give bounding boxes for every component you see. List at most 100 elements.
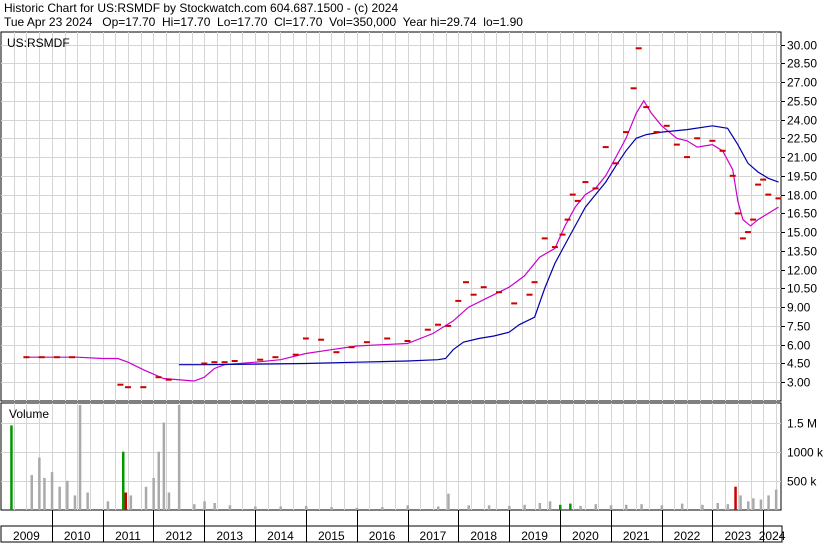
price-tick-label: 22.50 — [787, 132, 817, 146]
volume-bar — [548, 501, 552, 511]
price-tick-label: 13.50 — [787, 245, 817, 259]
volume-bar — [609, 505, 613, 510]
price-point — [69, 356, 76, 359]
volume-bar — [106, 501, 110, 511]
volume-bar — [660, 505, 664, 510]
price-tick-label: 24.00 — [787, 114, 817, 128]
price-point — [201, 362, 208, 365]
x-axis-year-label: 2012 — [166, 529, 193, 543]
price-tick-label: 27.00 — [787, 76, 817, 90]
price-point — [630, 87, 637, 90]
price-point — [424, 328, 431, 331]
price-tick-label: 10.50 — [787, 282, 817, 296]
volume-bar — [680, 503, 684, 510]
price-point — [318, 338, 325, 341]
volume-bar — [144, 486, 148, 510]
volume-bar — [330, 507, 333, 510]
volume-bar — [73, 495, 77, 510]
price-point — [574, 199, 581, 202]
price-tick-label: 16.50 — [787, 207, 817, 221]
volume-bar — [58, 486, 61, 510]
price-point — [653, 131, 660, 134]
stock-chart: 3.00 4.50 6.00 7.50 9.00 10.50 12.00 13.50 15.00… — [0, 31, 824, 543]
volume-bar — [752, 498, 755, 510]
x-axis-year-label: 2023 — [724, 529, 751, 543]
price-point — [480, 286, 487, 289]
volume-tick-label: 1.5 M — [787, 417, 817, 431]
price-point — [463, 281, 469, 284]
price-point — [38, 356, 45, 359]
price-point — [531, 281, 538, 284]
price-point — [755, 183, 762, 186]
volume-bar — [167, 492, 171, 510]
price-tick-label: 18.00 — [787, 189, 817, 203]
volume-bar — [66, 480, 69, 510]
price-point — [404, 340, 411, 342]
price-tick-label: 21.00 — [787, 151, 817, 165]
volume-bar — [86, 492, 89, 510]
price-point — [602, 146, 609, 149]
volume-bar — [162, 422, 166, 510]
price-tick-label: 15.00 — [787, 226, 817, 240]
price-point — [694, 137, 701, 140]
price-point — [612, 162, 619, 165]
volume-bar — [774, 489, 778, 510]
price-point — [165, 378, 172, 381]
volume-bar — [193, 504, 196, 510]
x-axis-year-label: 2021 — [623, 529, 650, 543]
price-point — [53, 356, 60, 359]
x-axis-year-label: 2017 — [420, 529, 447, 543]
x-axis-year-label: 2013 — [216, 529, 243, 543]
volume-bar — [447, 493, 450, 510]
x-axis-year-label: 2010 — [64, 529, 91, 543]
price-point — [526, 293, 533, 296]
price-point — [643, 106, 650, 109]
price-point — [117, 383, 124, 386]
volume-bar — [701, 504, 704, 511]
price-point — [745, 231, 751, 234]
x-axis-year-label: 2020 — [572, 529, 599, 543]
volume-plot-frame — [0, 402, 782, 511]
volume-panel: 500 k 1000 k 1.5 M — [0, 402, 824, 511]
volume-bar — [50, 472, 54, 510]
volume-bar — [279, 506, 282, 510]
price-point — [470, 293, 477, 296]
price-point — [348, 346, 355, 349]
price-tick-label: 28.50 — [787, 57, 817, 71]
volume-bar — [355, 507, 359, 510]
x-axis-year-label: 2016 — [369, 529, 396, 543]
x-axis: 2009 2010 2011 2012 2013 2014 2015 2016 2017 2018… — [0, 510, 786, 543]
price-point — [569, 193, 576, 196]
price-tick-label: 30.00 — [787, 39, 817, 53]
volume-bar — [437, 506, 440, 510]
price-panel-label: US:RSMDF — [7, 36, 70, 50]
x-axis-year-label: 2015 — [318, 529, 345, 543]
price-tick-label: 9.00 — [787, 301, 811, 315]
volume-bar — [122, 451, 125, 510]
volume-panel-label: Volume — [9, 407, 49, 421]
price-point — [211, 361, 218, 364]
price-point — [292, 353, 299, 356]
price-point — [257, 358, 264, 361]
volume-bar — [716, 503, 719, 510]
price-point — [272, 356, 279, 359]
price-point — [302, 337, 309, 340]
price-point — [496, 291, 502, 294]
volume-bar — [594, 504, 597, 510]
price-point — [221, 361, 228, 364]
volume-bar — [10, 425, 13, 510]
volume-bar — [523, 504, 526, 511]
volume-bar — [381, 507, 384, 510]
price-tick-label: 12.00 — [787, 264, 817, 278]
volume-bar — [228, 505, 232, 510]
price-point — [775, 197, 782, 200]
volume-bar — [625, 504, 628, 511]
volume-bar — [177, 405, 181, 510]
price-point — [435, 323, 441, 326]
volume-bar — [767, 495, 770, 510]
volume-tick-label: 1000 k — [787, 446, 824, 460]
volume-bar — [569, 503, 572, 510]
price-point — [559, 233, 566, 236]
price-point — [333, 351, 340, 354]
x-axis-year-label: 2018 — [470, 529, 497, 543]
